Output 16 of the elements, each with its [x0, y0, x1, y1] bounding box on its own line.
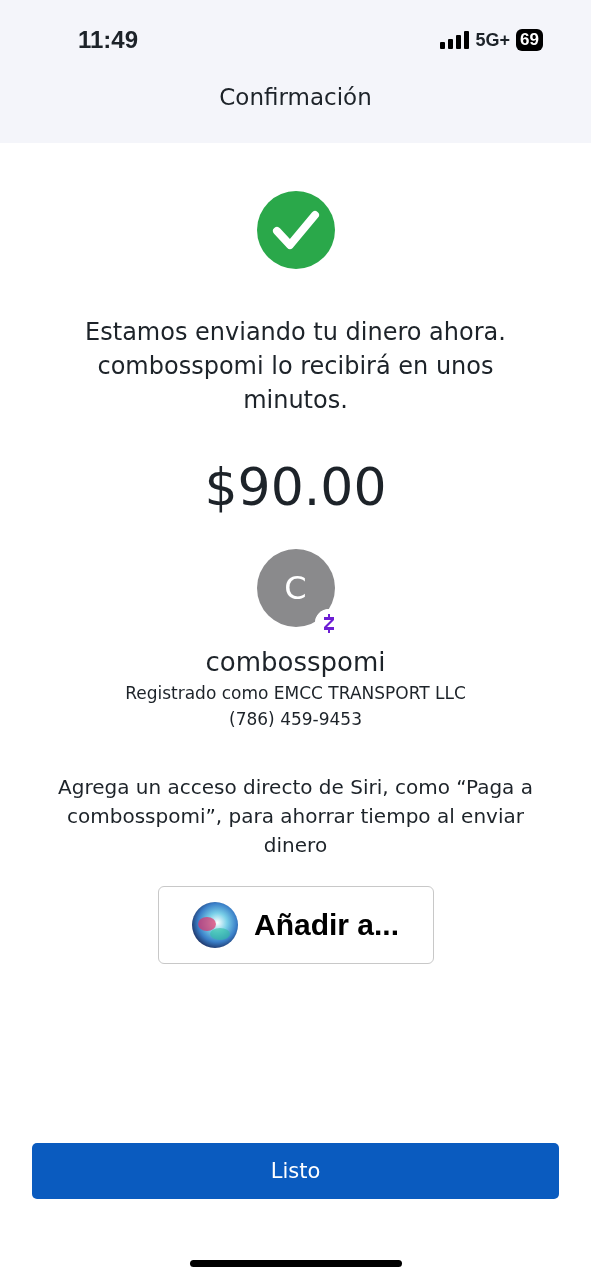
confirmation-message: Estamos enviando tu dinero ahora. combosspomi lo recibirá en unos minutos. — [84, 317, 507, 416]
checkmark-icon — [256, 191, 335, 269]
status-time: 11:49 — [78, 26, 139, 54]
network-label: 5G+ — [475, 29, 511, 51]
recipient-name: combosspomi — [205, 647, 386, 677]
battery-level: 69 — [516, 29, 543, 51]
registered-name: Registrado como EMCC TRANSPORT LLC — [125, 683, 466, 703]
signal-icon — [439, 31, 470, 49]
done-button[interactable]: Listo — [32, 1143, 559, 1199]
phone-number: (786) 459-9453 — [229, 709, 362, 729]
add-to-siri-button[interactable]: Añadir a... — [157, 886, 434, 964]
siri-prompt: Agrega un acceso directo de Siri, como “Paga a combosspomi”, para ahorrar tiempo al enviar dinero — [57, 774, 534, 859]
siri-icon — [191, 902, 238, 948]
avatar: C — [256, 549, 335, 627]
page-title: Confirmación — [218, 84, 373, 110]
amount: $90.00 — [204, 457, 387, 517]
